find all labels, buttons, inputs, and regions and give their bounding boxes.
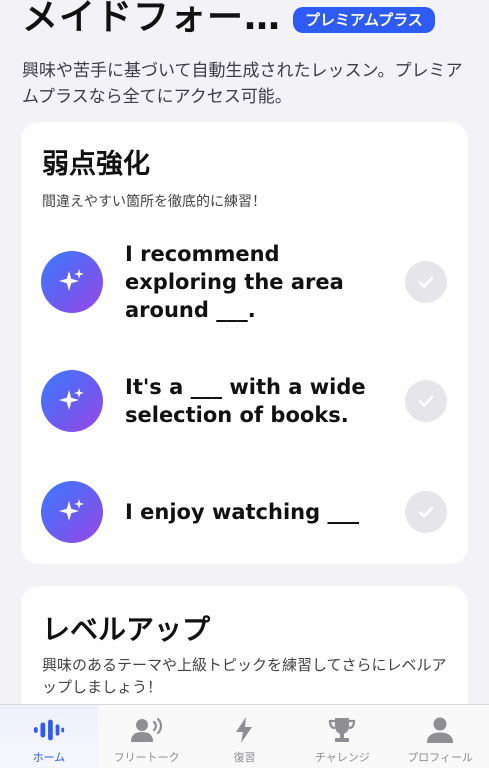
- checkmark-icon[interactable]: [405, 491, 447, 533]
- person-icon: [423, 715, 457, 745]
- sparkle-icon: [41, 370, 103, 432]
- tab-label: チャレンジ: [314, 751, 370, 764]
- lesson-item[interactable]: I enjoy watching ___: [21, 472, 468, 552]
- page-title: メイドフォー…: [22, 0, 282, 38]
- weak-points-description: 間違えやすい箇所を徹底的に練習！: [42, 194, 266, 210]
- checkmark-icon[interactable]: [405, 261, 447, 303]
- waveform-icon: [32, 715, 66, 745]
- level-up-title: レベルアップ: [42, 613, 211, 646]
- trophy-icon: [325, 715, 359, 745]
- sparkle-icon: [41, 251, 103, 313]
- bolt-icon: [227, 715, 261, 745]
- checkmark-icon[interactable]: [405, 380, 447, 422]
- lesson-text: I recommend exploring the area around __…: [125, 242, 344, 322]
- tab-profile[interactable]: プロフィール: [391, 705, 489, 768]
- page-subtitle: 興味や苦手に基づいて自動生成されたレッスン。プレミアムプラスなら全てにアクセス可…: [22, 61, 463, 107]
- sparkle-icon: [41, 481, 103, 543]
- weak-points-card: 弱点強化 間違えやすい箇所を徹底的に練習！ I recommend explor…: [21, 122, 468, 564]
- weak-points-title: 弱点強化: [42, 149, 150, 180]
- tab-label: 復習: [233, 751, 256, 764]
- tab-label: プロフィール: [407, 751, 473, 764]
- premium-plus-badge[interactable]: プレミアムプラス: [293, 7, 435, 33]
- tab-home[interactable]: ホーム: [0, 705, 98, 768]
- tab-label: フリートーク: [113, 751, 180, 764]
- lesson-text: It's a ___ with a wide selection of book…: [125, 375, 366, 427]
- tab-free-talk[interactable]: フリートーク: [98, 705, 196, 768]
- person-speaking-icon: [130, 715, 164, 745]
- tab-challenge[interactable]: チャレンジ: [293, 705, 391, 768]
- tab-bar: ホーム フリートーク 復習 チャレンジ プロフィール: [0, 704, 489, 768]
- tab-review[interactable]: 復習: [196, 705, 294, 768]
- lesson-text: I enjoy watching ___: [125, 500, 359, 524]
- lesson-item[interactable]: It's a ___ with a wide selection of book…: [21, 361, 468, 441]
- lesson-item[interactable]: I recommend exploring the area around __…: [21, 242, 468, 322]
- level-up-description: 興味のあるテーマや上級トピックを練習してさらにレベルアップしましょう！: [42, 656, 447, 696]
- header: メイドフォー… プレミアムプラス: [22, 0, 472, 40]
- tab-label: ホーム: [32, 751, 66, 764]
